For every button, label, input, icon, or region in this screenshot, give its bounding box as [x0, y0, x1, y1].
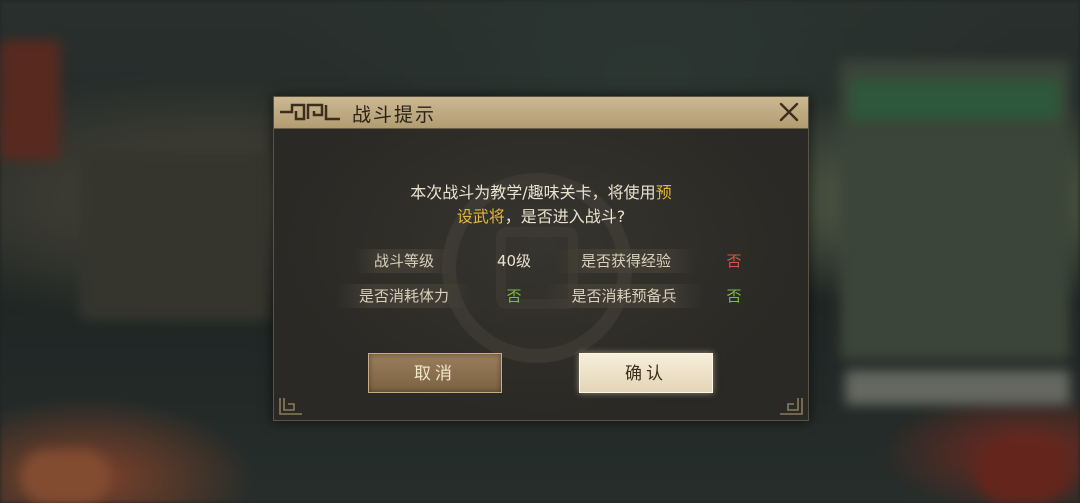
confirm-button[interactable]: 确认	[579, 353, 713, 393]
consume-reserve-label: 是否消耗预备兵	[544, 284, 704, 308]
consume-stamina-label: 是否消耗体力	[336, 284, 472, 308]
consume-reserve-value: 否	[726, 287, 742, 305]
corner-ornament-icon	[780, 398, 803, 415]
ornament-icon	[280, 103, 340, 121]
battle-level-label: 战斗等级	[354, 249, 454, 273]
message-highlight: 预	[655, 183, 672, 202]
message-text: 本次战斗为教学/趣味关卡，将使用	[410, 183, 656, 202]
consume-stamina-value: 否	[506, 287, 522, 305]
dialog-body	[274, 128, 808, 420]
dialog-message: 本次战斗为教学/趣味关卡，将使用预 设武将，是否进入战斗?	[334, 181, 748, 229]
message-text-2: ，是否进入战斗?	[504, 207, 626, 226]
gain-exp-label: 是否获得经验	[556, 249, 696, 273]
gain-exp-value: 否	[726, 252, 742, 270]
corner-ornament-icon	[279, 398, 302, 415]
close-icon[interactable]	[776, 99, 802, 125]
dialog-titlebar: 战斗提示	[274, 97, 808, 129]
battle-level-value: 40级	[496, 252, 532, 270]
dialog-title: 战斗提示	[352, 104, 437, 126]
cancel-button[interactable]: 取消	[368, 353, 502, 393]
message-highlight-2: 设武将	[456, 207, 505, 226]
battle-prompt-dialog: 战斗提示 本次战斗为教学/趣味关卡，将使用预 设武将，是否进入战斗? 战斗等级 …	[273, 96, 809, 421]
